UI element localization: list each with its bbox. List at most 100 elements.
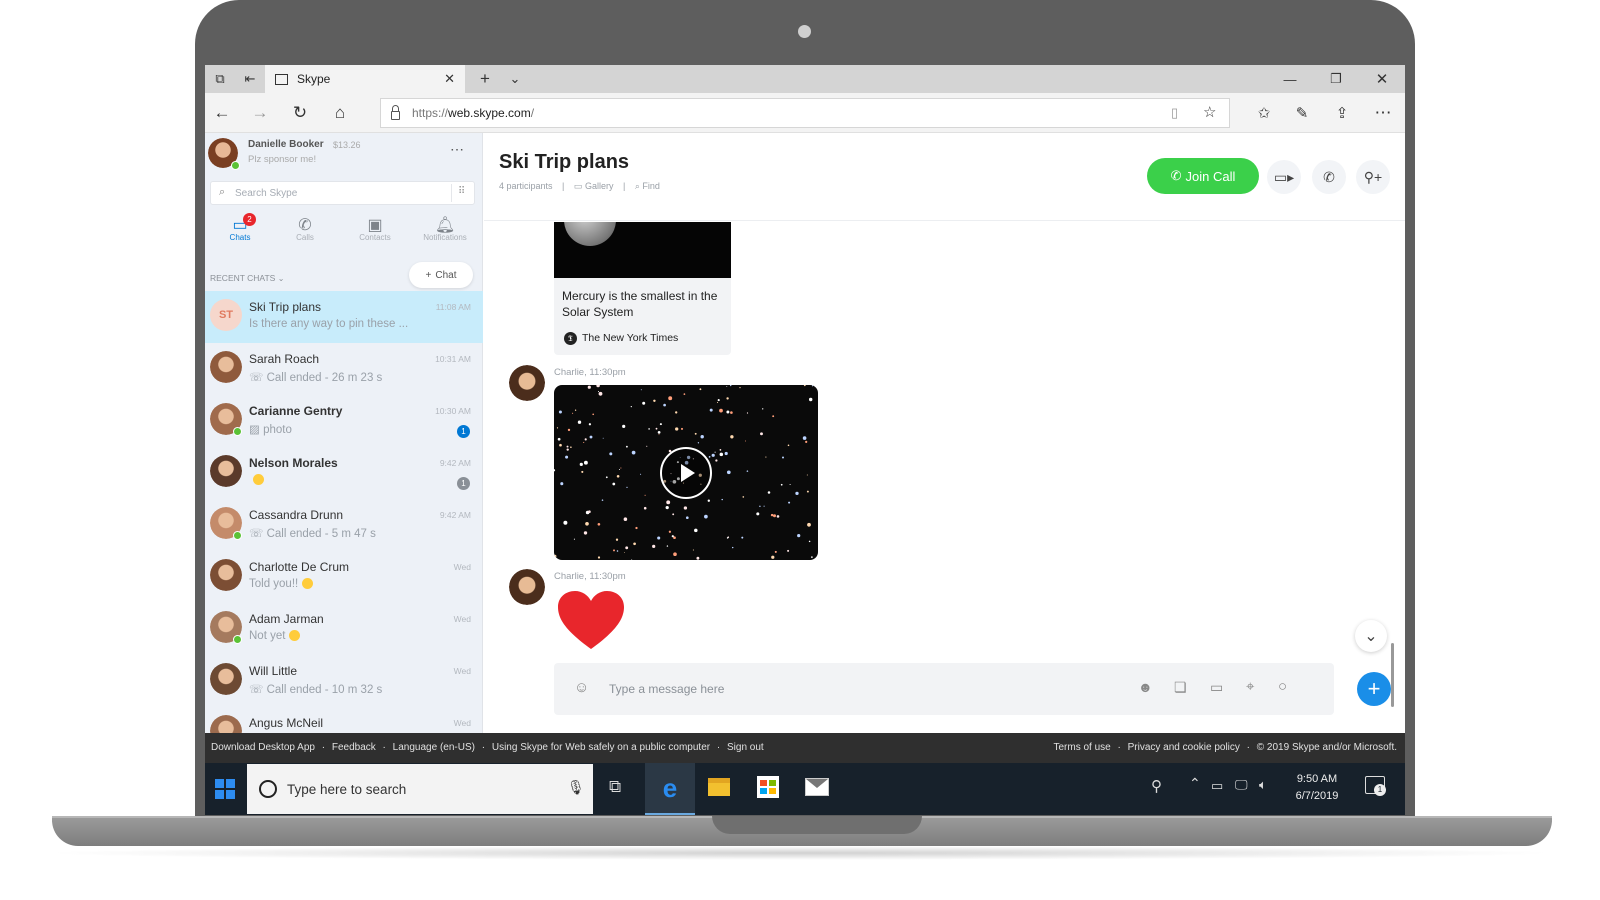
scrollbar[interactable] bbox=[1391, 643, 1394, 707]
store-icon[interactable] bbox=[757, 776, 779, 798]
refresh-icon[interactable]: ↻ bbox=[285, 99, 315, 127]
file-explorer-icon[interactable] bbox=[708, 778, 730, 796]
chat-row[interactable]: Will Little ☏ Call ended - 10 m 32 s Wed bbox=[205, 655, 483, 707]
tab-chats[interactable]: ▭ Chats 2 bbox=[205, 213, 275, 242]
tab-list-chevron-icon[interactable]: ⌄ bbox=[500, 65, 530, 93]
recent-chats-label[interactable]: RECENT CHATS ⌄ bbox=[210, 273, 284, 283]
footer-link[interactable]: Terms of use bbox=[1053, 742, 1110, 753]
close-tab-icon[interactable]: ✕ bbox=[444, 71, 455, 87]
favorite-star-icon[interactable]: ☆ bbox=[1203, 103, 1216, 121]
share-icon[interactable]: ⇪ bbox=[1327, 99, 1357, 127]
screen: ⧉ ⇤ Skype ✕ + ⌄ — ❐ ✕ ← → ↻ ⌂ https://we… bbox=[205, 65, 1405, 815]
star-dot bbox=[620, 467, 622, 469]
star-dot bbox=[596, 385, 600, 388]
join-call-button[interactable]: ✆ Join Call bbox=[1147, 158, 1259, 194]
search-input[interactable]: ⌕ Search Skype ⠿ bbox=[210, 181, 475, 205]
link-preview-card[interactable]: Mercury is the smallest in the Solar Sys… bbox=[554, 222, 731, 355]
scroll-down-button[interactable]: ⌄ bbox=[1355, 620, 1387, 652]
chat-name: Charlotte De Crum bbox=[249, 560, 350, 574]
charlie-avatar-2[interactable] bbox=[509, 569, 545, 605]
favorites-hub-icon[interactable]: ✩ bbox=[1249, 99, 1279, 127]
participants-link[interactable]: 4 participants bbox=[499, 181, 553, 191]
battery-icon[interactable]: ▭ bbox=[1211, 778, 1223, 794]
find-link[interactable]: Find bbox=[642, 181, 660, 191]
footer-link[interactable]: Using Skype for Web safely on a public c… bbox=[492, 742, 710, 753]
reading-view-icon[interactable]: ▯ bbox=[1171, 105, 1178, 121]
compose-box[interactable]: ☺ Type a message here ☻ ❏ ▭ ⌖ ○ bbox=[554, 663, 1334, 715]
star-dot bbox=[597, 390, 600, 393]
add-people-button[interactable]: ⚲+ bbox=[1356, 160, 1390, 194]
dialpad-icon[interactable]: ⠿ bbox=[458, 186, 465, 197]
minimize-icon[interactable]: — bbox=[1267, 65, 1313, 93]
show-hidden-icons-chevron[interactable]: ⌃ bbox=[1189, 775, 1201, 792]
tab-contacts-label: Contacts bbox=[359, 233, 391, 242]
conversation-meta: 4 participants | ▭ Gallery | ⌕ Find bbox=[499, 181, 660, 191]
add-content-button[interactable]: + bbox=[1357, 672, 1391, 706]
forward-icon[interactable]: → bbox=[245, 99, 275, 127]
profile-more-icon[interactable]: ⋯ bbox=[450, 141, 464, 158]
star-dot bbox=[618, 468, 621, 471]
gallery-link[interactable]: Gallery bbox=[585, 181, 614, 191]
new-chat-button[interactable]: + Chat bbox=[409, 262, 473, 288]
mail-icon[interactable] bbox=[805, 778, 829, 796]
audio-call-button[interactable]: ✆ bbox=[1312, 160, 1346, 194]
action-center-icon[interactable]: 1 bbox=[1365, 776, 1386, 796]
more-options-icon[interactable]: ○ bbox=[1278, 678, 1287, 695]
edge-taskbar-icon[interactable]: e bbox=[645, 763, 695, 815]
footer-link[interactable]: Privacy and cookie policy bbox=[1128, 742, 1240, 753]
restore-icon[interactable]: ❐ bbox=[1313, 65, 1359, 93]
pen-notes-icon[interactable]: ✎ bbox=[1287, 99, 1317, 127]
chat-row[interactable]: Cassandra Drunn ☏ Call ended - 5 m 47 s 9:… bbox=[205, 499, 483, 551]
video-call-button[interactable]: ▭▸ bbox=[1267, 160, 1301, 194]
address-bar[interactable]: https://web.skype.com / ▯ ☆ bbox=[380, 98, 1230, 128]
microphone-icon[interactable]: 🎙︎ bbox=[567, 779, 585, 796]
chat-row[interactable]: ST Ski Trip plans Is there any way to pin … bbox=[205, 291, 483, 343]
star-dot bbox=[665, 505, 669, 510]
footer-link[interactable]: Sign out bbox=[727, 742, 764, 753]
presence-online-icon bbox=[231, 161, 240, 170]
task-view-icon[interactable]: ⧉ bbox=[609, 777, 621, 797]
taskbar-search-box[interactable]: Type here to search 🎙︎ bbox=[247, 764, 593, 814]
chat-row[interactable]: Sarah Roach ☏ Call ended - 26 m 23 s 10:31… bbox=[205, 343, 483, 395]
clock[interactable]: 9:50 AM 6/7/2019 bbox=[1287, 771, 1347, 805]
browser-tab[interactable]: Skype ✕ bbox=[265, 65, 465, 93]
more-menu-icon[interactable]: ⋯ bbox=[1368, 99, 1398, 127]
volume-icon[interactable]: 🔈︎ bbox=[1259, 777, 1267, 793]
file-icon[interactable]: ❏ bbox=[1174, 679, 1187, 696]
presence-online-icon bbox=[233, 427, 242, 436]
contact-card-icon[interactable]: ▭ bbox=[1210, 679, 1223, 696]
video-message[interactable] bbox=[554, 385, 818, 560]
people-icon[interactable]: ⚲ bbox=[1151, 777, 1162, 795]
heart-emoticon[interactable] bbox=[556, 589, 626, 651]
footer-link[interactable]: © 2019 Skype and/or Microsoft. bbox=[1257, 742, 1397, 753]
emoji-picker-icon[interactable]: ☺ bbox=[574, 679, 589, 696]
chat-row[interactable]: Nelson Morales 9:42 AM 1 bbox=[205, 447, 483, 499]
location-icon[interactable]: ⌖ bbox=[1246, 678, 1254, 695]
new-tab-icon[interactable]: + bbox=[470, 65, 500, 93]
window-close-icon[interactable]: ✕ bbox=[1359, 65, 1405, 93]
url-domain: web.skype.com bbox=[448, 106, 531, 120]
chat-row[interactable]: Adam Jarman Not yet Wed bbox=[205, 603, 483, 655]
network-icon[interactable]: 🖵︎ bbox=[1235, 777, 1248, 793]
phone-icon: ✆ bbox=[1323, 168, 1335, 185]
footer-link[interactable]: Feedback bbox=[332, 742, 376, 753]
tab-calls[interactable]: ✆ Calls bbox=[270, 215, 340, 242]
home-icon[interactable]: ⌂ bbox=[325, 99, 355, 127]
tab-preview-icon[interactable]: ⧉ bbox=[205, 65, 235, 93]
tab-notifications[interactable]: 🔔︎ Notifications bbox=[410, 215, 480, 242]
chat-preview-text: Is there any way to pin these ... bbox=[249, 318, 409, 330]
footer-link[interactable]: Download Desktop App bbox=[211, 742, 315, 753]
play-button[interactable] bbox=[660, 447, 712, 499]
windows-start-icon[interactable] bbox=[215, 779, 235, 799]
chat-row[interactable]: Carianne Gentry ▨ photo 10:30 AM 1 bbox=[205, 395, 483, 447]
back-icon[interactable]: ← bbox=[207, 99, 237, 127]
tab-contacts[interactable]: ▣ Contacts bbox=[340, 215, 410, 242]
footer-link[interactable]: Language (en-US) bbox=[393, 742, 475, 753]
star-dot bbox=[577, 420, 582, 424]
charlie-avatar[interactable] bbox=[509, 365, 545, 401]
star-dot bbox=[663, 403, 666, 407]
lock-icon bbox=[391, 104, 400, 120]
media-icon[interactable]: ☻ bbox=[1138, 679, 1153, 695]
chat-row[interactable]: Charlotte De Crum Told you!! Wed bbox=[205, 551, 483, 603]
set-aside-tabs-icon[interactable]: ⇤ bbox=[235, 65, 265, 93]
